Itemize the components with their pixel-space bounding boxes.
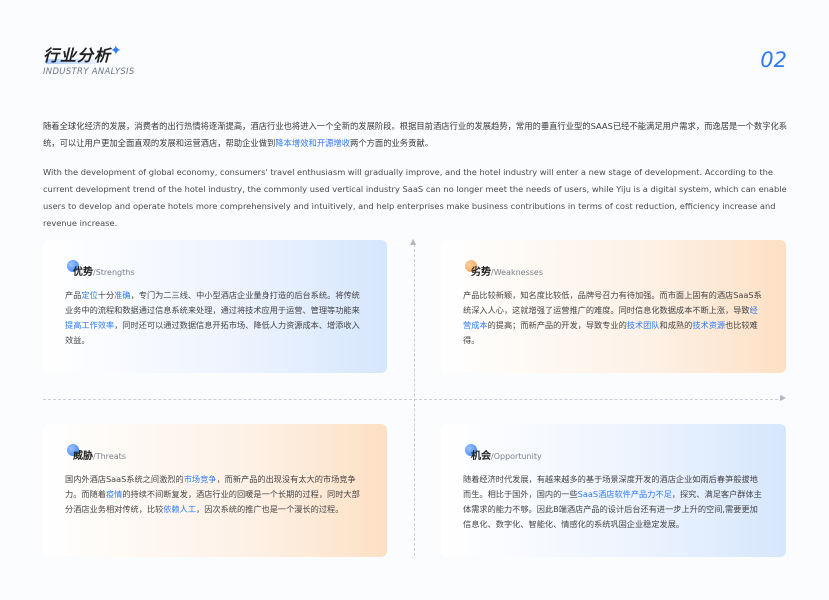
strengths-title: 优势	[73, 267, 93, 278]
highlight-text: 提高工作效率	[65, 320, 115, 330]
body-text: 产品比较新颖，知名度比较低，品牌号召力有待加强。而市面上固有的酒店SaaS系统深…	[463, 290, 762, 315]
up-arrow-icon: ▲	[410, 237, 417, 246]
body-text: 产品	[65, 290, 82, 300]
strengths-text: 产品定位十分准确，专门为二三线、中小型酒店企业量身打造的后台系统。将传统业务中的…	[65, 288, 365, 348]
threats-title-en: /Threats	[93, 452, 126, 461]
opportunity-card: 机会/Opportunity 随着经济时代发展，有越来越多的基于场景深度开发的酒…	[441, 424, 786, 557]
opportunity-heading: 机会/Opportunity	[465, 444, 764, 464]
opportunity-title-en: /Opportunity	[491, 452, 542, 461]
opportunity-title: 机会	[471, 451, 491, 462]
highlight-text: 疫情	[105, 489, 123, 499]
body-text: ，因次系统的推广也是一个漫长的过程。	[196, 504, 344, 514]
weaknesses-card: 劣势/Weaknesses 产品比较新颖，知名度比较低，品牌号召力有待加强。而市…	[441, 240, 786, 373]
horizontal-axis	[43, 399, 783, 400]
threats-heading: 威胁/Threats	[67, 444, 365, 464]
weaknesses-title: 劣势	[471, 267, 491, 278]
page: 行业分析 ✦ INDUSTRY ANALYSIS 02 随着全球化经济的发展，消…	[0, 0, 829, 600]
vertical-axis	[414, 244, 415, 556]
highlight-text: 市场竞争	[183, 474, 217, 484]
page-subtitle: INDUSTRY ANALYSIS	[43, 67, 135, 77]
page-number: 02	[760, 48, 787, 72]
threats-card: 威胁/Threats 国内外酒店SaaS系统之间激烈的市场竞争，而新产品的出现没…	[43, 424, 387, 557]
intro-english: With the development of global economy, …	[43, 167, 787, 228]
intro-chinese: 随着全球化经济的发展，消费者的出行热情将逐渐提高，酒店行业也将进入一个全新的发展…	[43, 118, 789, 152]
sparkle-icon: ✦	[110, 43, 122, 59]
body-text: 和成熟的	[659, 320, 693, 330]
highlight-text: 依赖人工	[163, 504, 197, 514]
right-arrow-icon: ▶	[780, 393, 787, 402]
highlight-text: 技术团队	[626, 320, 660, 330]
strengths-title-en: /Strengths	[93, 268, 135, 277]
weaknesses-title-en: /Weaknesses	[491, 268, 544, 277]
body-text: 国内外酒店SaaS系统之间激烈的	[65, 474, 184, 484]
body-text: 十分	[97, 290, 115, 300]
body-text: 的提高；而新产品的开发，导致专业的	[487, 320, 627, 330]
opportunity-text: 随着经济时代发展，有越来越多的基于场景深度开发的酒店企业如雨后春笋般拔地而生。相…	[463, 472, 764, 532]
highlight-text: 定位	[81, 290, 98, 300]
threats-text: 国内外酒店SaaS系统之间激烈的市场竞争，而新产品的出现没有太大的市场竞争力。而…	[65, 472, 365, 517]
weaknesses-text: 产品比较新颖，知名度比较低，品牌号召力有待加强。而市面上固有的酒店SaaS系统深…	[463, 288, 764, 348]
page-title: 行业分析	[43, 46, 112, 65]
threats-title: 威胁	[73, 451, 93, 462]
intro-zh-highlight: 降本增效和开源增收	[275, 138, 351, 148]
highlight-text: 准确	[114, 290, 131, 300]
strengths-card: 优势/Strengths 产品定位十分准确，专门为二三线、中小型酒店企业量身打造…	[43, 240, 387, 373]
strengths-heading: 优势/Strengths	[67, 260, 365, 280]
weaknesses-heading: 劣势/Weaknesses	[465, 260, 764, 280]
intro-zh-text-end: 两个方面的业务贡献。	[350, 138, 433, 148]
highlight-text: 技术资源	[692, 320, 726, 330]
highlight-text: SaaS酒店软件产品力不足	[577, 489, 672, 499]
